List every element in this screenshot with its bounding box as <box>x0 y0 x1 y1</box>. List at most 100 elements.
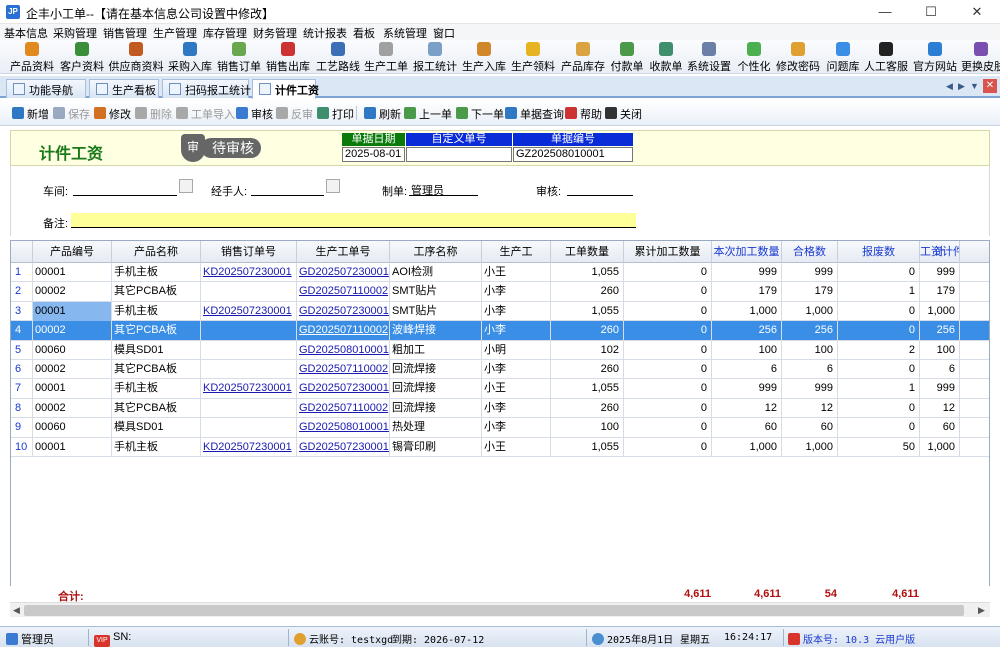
toolbar-work-order-button[interactable]: 生产工单 <box>364 42 408 73</box>
grid-horizontal-scrollbar[interactable]: ◀ ▶ <box>10 602 990 617</box>
toolbar-production-in-button[interactable]: 生产入库 <box>462 42 506 73</box>
toolbar-inventory-button[interactable]: 产品库存 <box>561 42 605 73</box>
table-row[interactable]: 10 00001 手机主板 KD202507230001 GD202507230001 锡… <box>11 437 989 457</box>
prev-button[interactable]: 上一单 <box>404 106 452 122</box>
cell-so[interactable]: KD202507230001 <box>201 437 297 457</box>
toolbar-process-route-button[interactable]: 工艺路线 <box>316 42 360 73</box>
import-button[interactable]: 工单导入 <box>176 106 235 122</box>
tab-0[interactable]: 功能导航 <box>6 79 86 98</box>
column-header[interactable]: 工单数量 <box>551 241 624 263</box>
tab-list-icon[interactable]: ▼ <box>970 81 979 91</box>
menu-item[interactable]: 采购管理 <box>53 25 97 41</box>
cell-wo[interactable]: GD202508010001 <box>297 340 390 360</box>
handler-picker-button[interactable] <box>326 179 340 193</box>
tab-prev-icon[interactable]: ◀ <box>946 81 953 92</box>
cell-so[interactable]: KD202507230001 <box>201 301 297 321</box>
toolbar-customer-button[interactable]: 客户资料 <box>60 42 104 73</box>
print-button[interactable]: 打印 <box>317 106 354 122</box>
table-row[interactable]: 2 00002 其它PCBA板 GD202507110002 SMT贴片 小李 260 0 17… <box>11 282 989 302</box>
column-header[interactable]: 计 <box>920 241 960 263</box>
query-button[interactable]: 单据查询 <box>505 106 564 122</box>
cell-wo[interactable]: GD202507230001 <box>297 437 390 457</box>
cell-wo[interactable]: GD202507230001 <box>297 301 390 321</box>
menu-item[interactable]: 基本信息 <box>4 25 48 41</box>
menu-item[interactable]: 库存管理 <box>203 25 247 41</box>
cell-wo[interactable]: GD202508010001 <box>297 418 390 438</box>
table-row[interactable]: 5 00060 模具SD01 GD202508010001 粗加工 小明 102 0 100 10… <box>11 340 989 360</box>
menu-item[interactable]: 统计报表 <box>303 25 347 41</box>
toolbar-supplier-button[interactable]: 供应商资料 <box>108 42 164 73</box>
delete-button[interactable]: 删除 <box>135 106 172 122</box>
column-header[interactable]: 产品名称 <box>112 241 201 263</box>
menu-item[interactable]: 销售管理 <box>103 25 147 41</box>
cell-so[interactable]: KD202507230001 <box>201 263 297 282</box>
toolbar-password-button[interactable]: 修改密码 <box>776 42 820 73</box>
toolbar-report-stats-button[interactable]: 报工统计 <box>413 42 457 73</box>
toolbar-website-button[interactable]: 官方网站 <box>913 42 957 73</box>
edit-button[interactable]: 修改 <box>94 106 131 122</box>
toolbar-purchase-button[interactable]: 采购入库 <box>168 42 212 73</box>
close-window-button[interactable]: ✕ <box>954 0 1000 24</box>
save-button[interactable]: 保存 <box>53 106 90 122</box>
tab-2[interactable]: 扫码报工统计 <box>162 79 251 98</box>
column-header[interactable]: 工序名称 <box>390 241 482 263</box>
maximize-button[interactable]: ☐ <box>908 0 954 24</box>
scroll-right-icon[interactable]: ▶ <box>978 605 985 616</box>
cell-wo[interactable]: GD202507110002 <box>297 398 390 418</box>
cell-wo[interactable]: GD202507110002 <box>297 360 390 379</box>
cell-wo[interactable]: GD202507110002 <box>297 321 390 341</box>
menu-item[interactable]: 生产管理 <box>153 25 197 41</box>
doc-date-field[interactable]: 2025-08-01 <box>342 147 405 162</box>
tab-next-icon[interactable]: ▶ <box>958 81 965 92</box>
cell-wo[interactable]: GD202507110002 <box>297 282 390 302</box>
table-row[interactable]: 6 00002 其它PCBA板 GD202507110002 回流焊接 小李 260 0 6 6 0… <box>11 360 989 380</box>
toolbar-product-button[interactable]: 产品资料 <box>8 42 56 73</box>
column-header[interactable]: 销售订单号 <box>201 241 297 263</box>
menu-item[interactable]: 财务管理 <box>253 25 297 41</box>
tab-close-icon[interactable]: ✕ <box>983 79 997 93</box>
toolbar-faq-button[interactable]: 问题库 <box>825 42 861 73</box>
doc-no-field[interactable]: GZ202508010001 <box>513 147 633 162</box>
toolbar-sales-out-button[interactable]: 销售出库 <box>266 42 310 73</box>
toolbar-receipt-button[interactable]: 收款单 <box>648 42 684 73</box>
table-row[interactable]: 1 00001 手机主板 KD202507230001 GD202507230001 AO… <box>11 263 989 283</box>
next-button[interactable]: 下一单 <box>456 106 504 122</box>
toolbar-material-pick-button[interactable]: 生产领料 <box>511 42 555 73</box>
table-row[interactable]: 9 00060 模具SD01 GD202508010001 热处理 小李 100 0 60 60 0… <box>11 418 989 438</box>
cell-wo[interactable]: GD202507230001 <box>297 263 390 282</box>
scroll-thumb[interactable] <box>24 605 964 616</box>
column-header[interactable]: 本次加工数量 <box>712 241 782 263</box>
toolbar-support-button[interactable]: 人工客服 <box>864 42 908 73</box>
cell-wo[interactable]: GD202507230001 <box>297 379 390 399</box>
toolbar-sales-order-button[interactable]: 销售订单 <box>217 42 261 73</box>
column-header[interactable]: 产品编号 <box>33 241 112 263</box>
custom-no-field[interactable] <box>406 147 512 162</box>
column-header[interactable]: 合格数 <box>782 241 838 263</box>
column-header[interactable]: 生产工单号 <box>297 241 390 263</box>
menu-item[interactable]: 看板 <box>353 25 375 41</box>
toolbar-personalize-button[interactable]: 个性化 <box>736 42 772 73</box>
column-header[interactable]: 报废数 <box>838 241 920 263</box>
tab-1[interactable]: 生产看板 <box>89 79 159 98</box>
table-row[interactable]: 7 00001 手机主板 KD202507230001 GD202507230001 回流… <box>11 379 989 399</box>
approve-button[interactable]: 审核 <box>236 106 273 122</box>
cell-so[interactable]: KD202507230001 <box>201 379 297 399</box>
close-button[interactable]: 关闭 <box>605 106 642 122</box>
column-header[interactable]: 累计加工数量 <box>624 241 712 263</box>
table-row[interactable]: 4 00002 其它PCBA板 GD202507110002 波峰焊接 小李 260 0 256… <box>11 321 989 341</box>
table-row[interactable]: 8 00002 其它PCBA板 GD202507110002 回流焊接 小李 260 0 12 1… <box>11 398 989 419</box>
help-button[interactable]: 帮助 <box>565 106 602 122</box>
workshop-picker-button[interactable] <box>179 179 193 193</box>
add-button[interactable]: 新增 <box>12 106 49 122</box>
tab-3[interactable]: 计件工资 <box>252 79 319 99</box>
table-row[interactable]: 3 00001 手机主板 KD202507230001 GD202507230001 SM… <box>11 301 989 322</box>
toolbar-skin-button[interactable]: 更换皮肤 <box>961 42 1000 73</box>
toolbar-payment-button[interactable]: 付款单 <box>609 42 645 73</box>
toolbar-settings-button[interactable]: 系统设置 <box>687 42 731 73</box>
scroll-left-icon[interactable]: ◀ <box>13 605 20 616</box>
menu-item[interactable]: 窗口 <box>433 25 455 41</box>
menu-item[interactable]: 系统管理 <box>383 25 427 41</box>
unapprove-button[interactable]: 反审 <box>276 106 313 122</box>
remark-input[interactable] <box>71 213 636 228</box>
column-header[interactable]: 生产工 <box>482 241 551 263</box>
